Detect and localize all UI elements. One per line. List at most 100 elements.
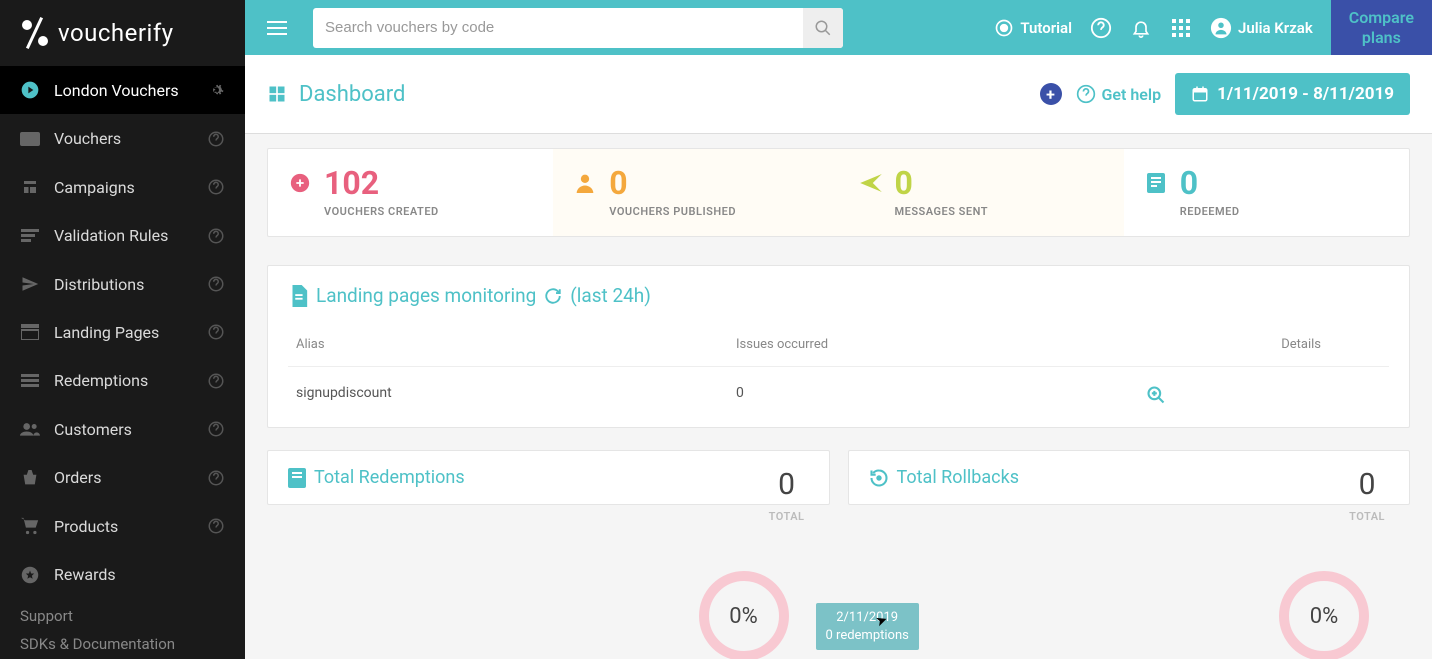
help-icon[interactable] — [207, 323, 225, 341]
page-icon — [20, 324, 40, 340]
stat-vouchers-published[interactable]: 0 VOUCHERS PUBLISHED — [553, 149, 838, 236]
sidebar-item-orders[interactable]: Orders — [0, 454, 245, 502]
nav-label: Redemptions — [54, 371, 148, 390]
star-circle-icon — [20, 566, 40, 584]
total-value: 0 — [1349, 467, 1385, 502]
stat-value: 0 — [609, 167, 736, 199]
stat-value: 0 — [1180, 167, 1240, 199]
help-icon[interactable] — [207, 372, 225, 390]
help-icon[interactable] — [207, 275, 225, 293]
help-icon[interactable] — [207, 130, 225, 148]
brand-logo[interactable]: voucherify — [0, 0, 245, 66]
receipt-icon — [1144, 171, 1168, 195]
menu-toggle-icon[interactable] — [257, 8, 297, 48]
stats-row: 102 VOUCHERS CREATED 0 VOUCHERS PUBLISHE… — [267, 148, 1410, 237]
user-menu[interactable]: Julia Krzak — [1210, 17, 1313, 39]
gear-icon[interactable] — [207, 81, 225, 99]
main: Tutorial Julia Krzak Compare plans Dashb… — [245, 0, 1432, 659]
sidebar-item-validation-rules[interactable]: Validation Rules — [0, 211, 245, 259]
sidebar: voucherify London Vouchers Vouchers Camp… — [0, 0, 245, 659]
nav-label: London Vouchers — [54, 81, 179, 100]
table-row: signupdiscount 0 — [288, 367, 1389, 409]
panel-title: Landing pages monitoring — [316, 284, 536, 307]
receipt-icon — [288, 468, 306, 488]
nav-label: Products — [54, 517, 118, 536]
col-alias-header: Alias — [296, 337, 736, 352]
sidebar-item-customers[interactable]: Customers — [0, 405, 245, 453]
ticket-icon — [20, 132, 40, 146]
play-circle-icon — [20, 80, 40, 100]
stat-label: MESSAGES SENT — [895, 205, 988, 218]
sidebar-item-docs[interactable]: SDKs & Documentation — [0, 629, 245, 659]
nav-label: Distributions — [54, 275, 144, 294]
stat-messages-sent[interactable]: 0 MESSAGES SENT — [839, 149, 1124, 236]
stat-redeemed[interactable]: 0 REDEEMED — [1124, 149, 1409, 236]
rules-icon — [20, 229, 40, 243]
stat-value: 0 — [895, 167, 988, 199]
document-icon — [288, 285, 308, 307]
people-icon — [20, 422, 40, 436]
nav-label: Validation Rules — [54, 226, 168, 245]
search-container — [313, 8, 843, 48]
apps-grid-icon[interactable] — [1170, 17, 1192, 39]
tutorial-link[interactable]: Tutorial — [994, 18, 1072, 38]
subheader: Dashboard + Get help 1/11/2019 - 8/11/20… — [245, 55, 1432, 134]
restore-icon — [869, 468, 889, 488]
help-icon[interactable] — [207, 227, 225, 245]
avatar-icon — [1210, 17, 1232, 39]
get-help-link[interactable]: Get help — [1076, 84, 1162, 104]
stat-label: VOUCHERS PUBLISHED — [609, 205, 736, 218]
nav-label: Campaigns — [54, 178, 135, 197]
sidebar-item-rewards[interactable]: Rewards — [0, 551, 245, 599]
help-circle-icon[interactable] — [1090, 17, 1112, 39]
search-button[interactable] — [803, 8, 843, 48]
col-details-header: Details — [1146, 337, 1381, 352]
search-icon — [814, 19, 832, 37]
calendar-icon — [1191, 85, 1209, 103]
topbar: Tutorial Julia Krzak Compare plans — [245, 0, 1432, 55]
sidebar-item-products[interactable]: Products — [0, 502, 245, 550]
help-icon[interactable] — [207, 178, 225, 196]
content: 102 VOUCHERS CREATED 0 VOUCHERS PUBLISHE… — [245, 134, 1432, 659]
sidebar-item-redemptions[interactable]: Redemptions — [0, 357, 245, 405]
stat-value: 102 — [324, 167, 439, 199]
date-range-picker[interactable]: 1/11/2019 - 8/11/2019 — [1175, 73, 1410, 115]
landing-table: Alias Issues occurred Details signupdisc… — [288, 337, 1389, 409]
card-title: Total Rollbacks — [897, 467, 1020, 488]
stat-label: VOUCHERS CREATED — [324, 205, 439, 218]
bell-icon[interactable] — [1130, 17, 1152, 39]
sidebar-item-landing-pages[interactable]: Landing Pages — [0, 308, 245, 356]
support-heading: Support — [0, 599, 245, 629]
send-icon — [20, 275, 40, 293]
stat-label: REDEEMED — [1180, 205, 1240, 218]
dashboard-icon — [267, 84, 287, 104]
total-value: 0 — [769, 467, 805, 502]
date-range-label: 1/11/2019 - 8/11/2019 — [1217, 84, 1394, 104]
sidebar-item-distributions[interactable]: Distributions — [0, 260, 245, 308]
sidebar-item-vouchers[interactable]: Vouchers — [0, 114, 245, 162]
list-icon — [20, 374, 40, 388]
search-input[interactable] — [313, 8, 843, 48]
sidebar-item-london-vouchers[interactable]: London Vouchers — [0, 66, 245, 114]
stat-vouchers-created[interactable]: 102 VOUCHERS CREATED — [268, 149, 553, 236]
help-icon[interactable] — [207, 420, 225, 438]
plus-circle-icon — [288, 171, 312, 195]
nav-label: Orders — [54, 468, 101, 487]
refresh-icon[interactable] — [544, 287, 562, 305]
basket-icon — [20, 470, 40, 486]
sidebar-item-campaigns[interactable]: Campaigns — [0, 163, 245, 211]
donut-pct: 0% — [1310, 604, 1338, 629]
zoom-icon[interactable] — [1146, 385, 1321, 405]
help-icon[interactable] — [207, 517, 225, 535]
tutorial-label: Tutorial — [1020, 19, 1072, 37]
help-icon — [1076, 84, 1096, 104]
brand-name: voucherify — [58, 19, 174, 47]
nav-label: Customers — [54, 420, 132, 439]
add-button[interactable]: + — [1040, 83, 1062, 105]
donut-chart: 0% — [1279, 571, 1369, 659]
total-redemptions-card: Total Redemptions 0 TOTAL 0% — [267, 450, 830, 505]
cart-icon — [20, 517, 40, 535]
loyalty-icon — [20, 178, 40, 196]
compare-plans-button[interactable]: Compare plans — [1331, 0, 1432, 55]
help-icon[interactable] — [207, 469, 225, 487]
